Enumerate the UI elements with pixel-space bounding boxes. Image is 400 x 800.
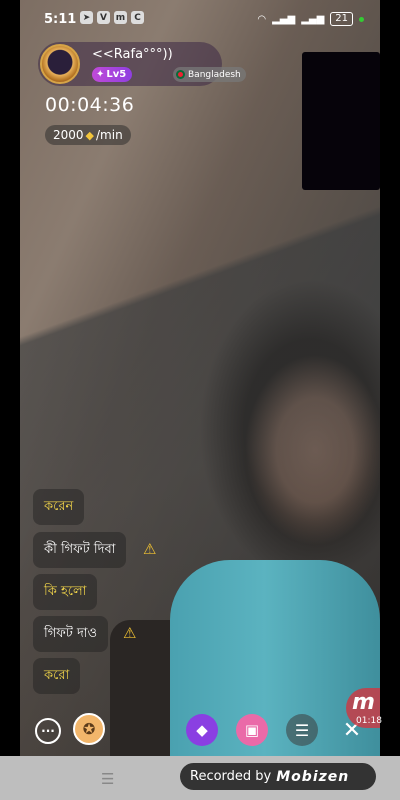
chat-message: গিফট দাও: [33, 616, 109, 652]
status-right: ◠ ▂▄▆ ▂▄▆ 21: [257, 12, 364, 26]
chat-message: কি হলো: [33, 574, 98, 610]
chat-message-text: করো: [44, 667, 70, 683]
signal-icon-2: ▂▄▆: [301, 13, 325, 25]
menu-icon: ☰: [294, 720, 310, 740]
bangladesh-flag-icon: [176, 70, 185, 79]
recorder-logo: m: [352, 690, 375, 715]
chat-message-text: কি হলো: [44, 583, 87, 599]
signal-icon: ▂▄▆: [272, 13, 296, 25]
chat-message-text: গিফট দাও: [44, 625, 98, 641]
recorded-by-banner: Recorded by Mobizen: [180, 763, 376, 790]
recent-apps-icon[interactable]: ☰: [101, 770, 114, 788]
level-label: Lv5: [106, 69, 127, 80]
privacy-dot-icon: [359, 16, 364, 22]
warning-icon[interactable]: ⚠: [143, 540, 156, 558]
country-label: Bangladesh: [188, 69, 241, 80]
gift-icon: ▣: [244, 721, 260, 739]
v-icon: V: [97, 11, 110, 24]
telegram-icon: ➤: [80, 11, 93, 24]
m-icon: m: [114, 11, 127, 24]
menu-button[interactable]: ☰: [286, 714, 318, 746]
lightbulb-icon: ✪: [82, 720, 96, 738]
call-rate-pill: 2000 ◆ /min: [45, 125, 131, 145]
country-badge: Bangladesh: [173, 67, 246, 82]
video-call-screen: 5:11 ➤ V m C ◠ ▂▄▆ ▂▄▆ 21 <<Rafa°°°)) ✦ …: [0, 0, 400, 800]
gem-icon: ◆: [196, 721, 208, 739]
host-name: <<Rafa°°°)): [92, 47, 173, 62]
diamond-icon: ◆: [85, 128, 95, 142]
host-info-card[interactable]: <<Rafa°°°)) ✦ Lv5 Bangladesh: [38, 42, 246, 86]
hint-button[interactable]: ✪: [73, 713, 105, 745]
chat-button[interactable]: ···: [35, 718, 61, 744]
recharge-button[interactable]: ◆: [186, 714, 218, 746]
battery-indicator: 21: [330, 12, 353, 26]
rate-amount: 2000: [53, 128, 84, 142]
status-time: 5:11: [44, 12, 77, 27]
recorder-elapsed: 01:18: [356, 716, 382, 726]
status-bar: 5:11 ➤ V m C ◠ ▂▄▆ ▂▄▆ 21: [0, 0, 400, 38]
chat-message-text: করেন: [44, 498, 74, 514]
chat-message: করেন: [33, 489, 85, 525]
level-badge: ✦ Lv5: [92, 67, 133, 82]
chat-message: কী গিফট দিবা: [33, 532, 127, 568]
local-camera-preview[interactable]: [302, 52, 380, 190]
rate-unit: /min: [96, 128, 123, 142]
chat-bubble-icon: ···: [41, 724, 55, 738]
sparkle-icon: ✦: [96, 69, 105, 80]
notification-icons: ➤ V m C: [80, 11, 144, 24]
host-avatar[interactable]: [40, 44, 80, 84]
warning-icon[interactable]: ⚠: [123, 624, 136, 642]
mobizen-logo: Mobizen: [276, 768, 350, 785]
call-timer: 00:04:36: [45, 94, 135, 116]
chat-message: করো: [33, 658, 81, 694]
recorded-label: Recorded by: [190, 769, 272, 784]
chat-message-text: কী গিফট দিবা: [44, 541, 116, 557]
c-icon: C: [131, 11, 144, 24]
wifi-icon: ◠: [257, 13, 267, 25]
gift-button[interactable]: ▣: [236, 714, 268, 746]
